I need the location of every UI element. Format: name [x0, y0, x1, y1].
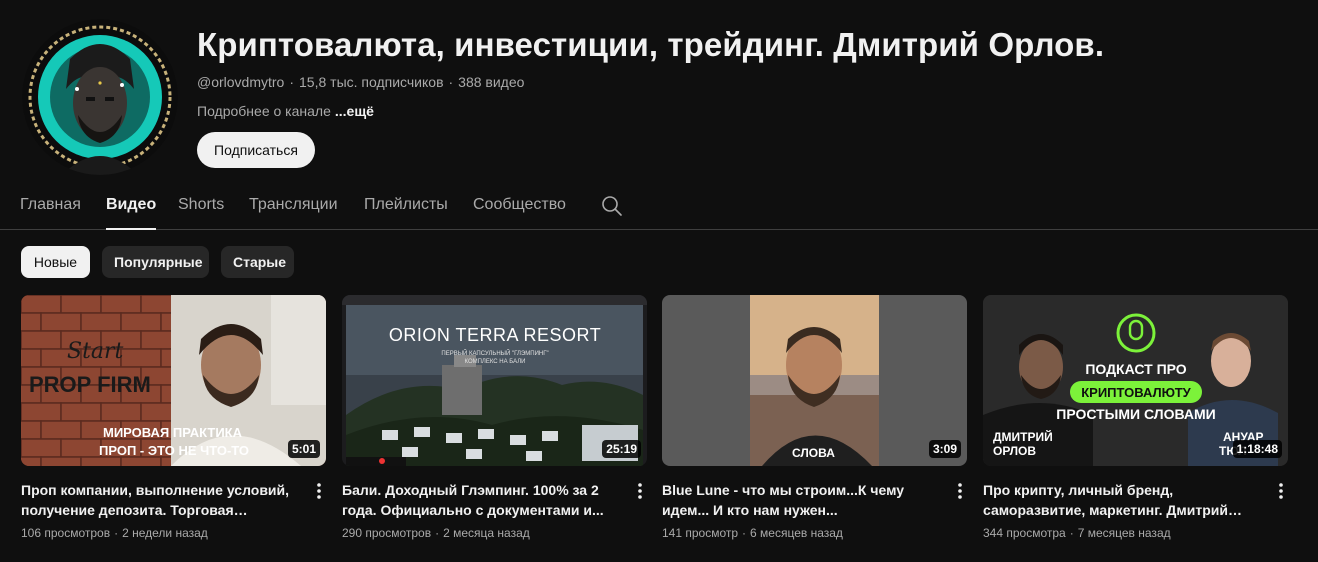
thumb-text: СЛОВА: [792, 446, 835, 460]
tab-live[interactable]: Трансляции: [249, 196, 338, 214]
meta-separator: ·: [1069, 526, 1074, 540]
video-title[interactable]: Проп компании, выполнение условий, получ…: [21, 480, 303, 520]
video-meta: 141 просмотр · 6 месяцев назад: [662, 526, 843, 540]
chip-newest[interactable]: Новые: [21, 246, 90, 278]
more-options-icon[interactable]: [1274, 481, 1288, 501]
search-icon[interactable]: [600, 194, 624, 218]
tab-community[interactable]: Сообщество: [473, 196, 566, 214]
video-card[interactable]: СЛОВА 3:09 Blue Lune - что мы строим...К…: [662, 295, 967, 540]
channel-avatar[interactable]: [22, 19, 178, 175]
thumb-text: ПЕРВЫЙ КАПСУЛЬНЫЙ "ГЛЭМПИНГ": [441, 349, 548, 357]
channel-tabs: Главная Видео Shorts Трансляции Плейлист…: [0, 182, 1318, 230]
video-age: 2 недели назад: [122, 526, 208, 540]
video-thumbnail[interactable]: Start PROP FIRM МИРОВАЯ ПРАКТИКА ПРОП - …: [21, 295, 326, 466]
thumb-text: ДМИТРИЙ: [993, 429, 1053, 444]
subscribe-button[interactable]: Подписаться: [197, 132, 315, 168]
video-meta: 344 просмотра · 7 месяцев назад: [983, 526, 1171, 540]
video-views: 106 просмотров: [21, 526, 111, 540]
channel-meta: @orlovdmytro · 15,8 тыс. подписчиков · 388 в…: [197, 74, 524, 90]
thumb-text: ОРЛОВ: [993, 444, 1036, 458]
video-card[interactable]: ORION TERRA RESORT ПЕРВЫЙ КАПСУЛЬНЫЙ "ГЛ…: [342, 295, 647, 540]
tab-home[interactable]: Главная: [20, 196, 81, 214]
subscriber-count: 15,8 тыс. подписчиков: [299, 74, 444, 90]
chip-oldest[interactable]: Старые: [221, 246, 294, 278]
video-views: 141 просмотр: [662, 526, 739, 540]
thumb-text: Start: [67, 339, 124, 364]
more-options-icon[interactable]: [633, 481, 647, 501]
meta-separator: ·: [114, 526, 119, 540]
meta-separator: ·: [435, 526, 440, 540]
video-thumbnail[interactable]: ПОДКАСТ ПРО КРИПТОВАЛЮТУ ПРОСТЫМИ СЛОВАМ…: [983, 295, 1288, 466]
video-age: 2 месяца назад: [443, 526, 530, 540]
video-views: 290 просмотров: [342, 526, 432, 540]
video-duration: 3:09: [928, 440, 961, 458]
about-more-link[interactable]: ...ещё: [335, 103, 374, 119]
meta-separator: ·: [448, 74, 454, 90]
channel-about[interactable]: Подробнее о канале ...ещё: [197, 103, 374, 119]
thumb-text: МИРОВАЯ ПРАКТИКА: [103, 425, 243, 440]
video-title[interactable]: Blue Lune - что мы строим...К чему идем.…: [662, 480, 944, 520]
thumb-text: КРИПТОВАЛЮТУ: [1081, 385, 1191, 400]
meta-separator: ·: [742, 526, 747, 540]
video-meta: 106 просмотров · 2 недели назад: [21, 526, 208, 540]
tab-shorts[interactable]: Shorts: [178, 196, 224, 214]
about-label: Подробнее о канале: [197, 103, 331, 119]
video-thumbnail[interactable]: СЛОВА 3:09: [662, 295, 967, 466]
tab-playlists[interactable]: Плейлисты: [364, 196, 448, 214]
video-age: 7 месяцев назад: [1077, 526, 1171, 540]
video-views: 344 просмотра: [983, 526, 1066, 540]
thumb-text: ПОДКАСТ ПРО: [1085, 361, 1186, 377]
more-options-icon[interactable]: [312, 481, 326, 501]
video-title[interactable]: Бали. Доходный Глэмпинг. 100% за 2 года.…: [342, 480, 624, 520]
thumb-text: ПРОСТЫМИ СЛОВАМИ: [1056, 406, 1215, 422]
more-options-icon[interactable]: [953, 481, 967, 501]
video-count: 388 видео: [458, 74, 525, 90]
thumb-text: PROP FIRM: [29, 372, 151, 397]
tab-videos[interactable]: Видео: [106, 196, 157, 230]
video-title[interactable]: Про крипту, личный бренд, саморазвитие, …: [983, 480, 1265, 520]
channel-title: Криптовалюта, инвестиции, трейдинг. Дмит…: [197, 26, 1105, 63]
video-duration: 25:19: [602, 440, 641, 458]
video-thumbnail[interactable]: ORION TERRA RESORT ПЕРВЫЙ КАПСУЛЬНЫЙ "ГЛ…: [342, 295, 647, 466]
thumb-text: ORION TERRA RESORT: [389, 325, 601, 345]
video-duration: 1:18:48: [1232, 440, 1282, 458]
channel-handle: @orlovdmytro: [197, 74, 285, 90]
thumb-text: КОМПЛЕКС НА БАЛИ: [465, 359, 526, 365]
meta-separator: ·: [289, 74, 295, 90]
video-card[interactable]: Start PROP FIRM МИРОВАЯ ПРАКТИКА ПРОП - …: [21, 295, 326, 540]
chip-popular[interactable]: Популярные: [102, 246, 209, 278]
thumb-text: ПРОП - ЭТО НЕ ЧТО-ТО: [99, 443, 249, 458]
video-card[interactable]: ПОДКАСТ ПРО КРИПТОВАЛЮТУ ПРОСТЫМИ СЛОВАМ…: [983, 295, 1288, 540]
video-meta: 290 просмотров · 2 месяца назад: [342, 526, 530, 540]
video-duration: 5:01: [287, 440, 320, 458]
video-age: 6 месяцев назад: [750, 526, 843, 540]
